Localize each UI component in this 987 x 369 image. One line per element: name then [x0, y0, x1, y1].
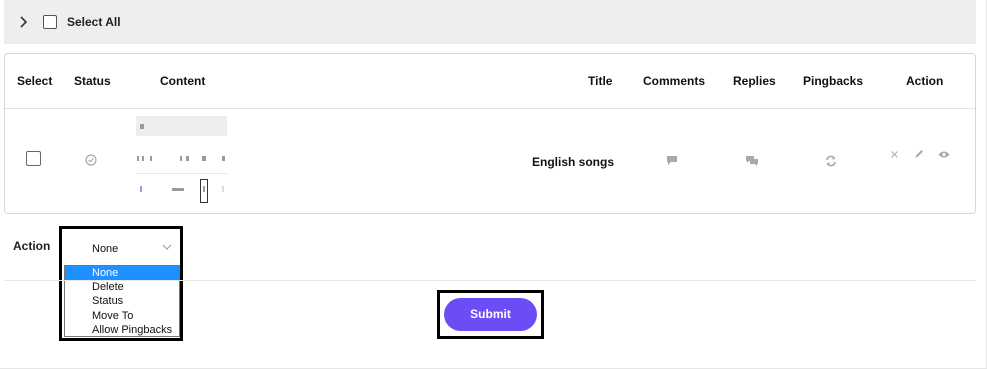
refresh-icon[interactable]	[825, 155, 837, 167]
header-replies: Replies	[733, 74, 776, 88]
close-icon[interactable]	[890, 150, 899, 159]
select-all-bar: Select All	[4, 0, 976, 44]
check-circle-icon	[85, 154, 97, 166]
comment-icon[interactable]	[666, 155, 678, 166]
row-checkbox[interactable]	[26, 151, 41, 166]
select-all-label: Select All	[67, 15, 121, 29]
header-title: Title	[588, 74, 613, 88]
action-option-move-to[interactable]: Move To	[65, 309, 179, 323]
chevron-right-icon[interactable]	[18, 15, 28, 29]
header-status: Status	[74, 74, 111, 88]
action-select-value: None	[92, 243, 119, 255]
action-label: Action	[13, 239, 51, 253]
action-select-highlight: None None Delete Status Move To Allow Pi…	[59, 226, 183, 341]
content-thumbnail[interactable]	[136, 116, 227, 205]
action-select[interactable]: None	[64, 231, 178, 261]
section-divider	[4, 280, 976, 281]
action-options-list: None Delete Status Move To Allow Pingbac…	[64, 265, 180, 337]
header-action: Action	[906, 74, 944, 88]
action-option-none[interactable]: None	[65, 266, 179, 280]
view-icon[interactable]	[938, 150, 950, 159]
header-comments: Comments	[643, 74, 706, 88]
header-content: Content	[160, 74, 206, 88]
posts-table: Select Status Content Title Comments Rep…	[4, 53, 976, 214]
chevron-down-icon	[162, 244, 172, 250]
action-option-status[interactable]: Status	[65, 294, 179, 308]
action-option-delete[interactable]: Delete	[65, 280, 179, 294]
submit-button[interactable]: Submit	[444, 298, 537, 331]
select-all-checkbox[interactable]	[43, 15, 57, 29]
header-select: Select	[17, 74, 53, 88]
header-pingbacks: Pingbacks	[803, 74, 864, 88]
replies-icon[interactable]	[745, 155, 759, 166]
action-option-allow-pingbacks[interactable]: Allow Pingbacks	[65, 323, 179, 337]
edit-icon[interactable]	[914, 148, 925, 159]
row-title[interactable]: English songs	[532, 155, 614, 169]
submit-highlight: Submit	[437, 290, 544, 339]
header-divider	[5, 108, 975, 109]
